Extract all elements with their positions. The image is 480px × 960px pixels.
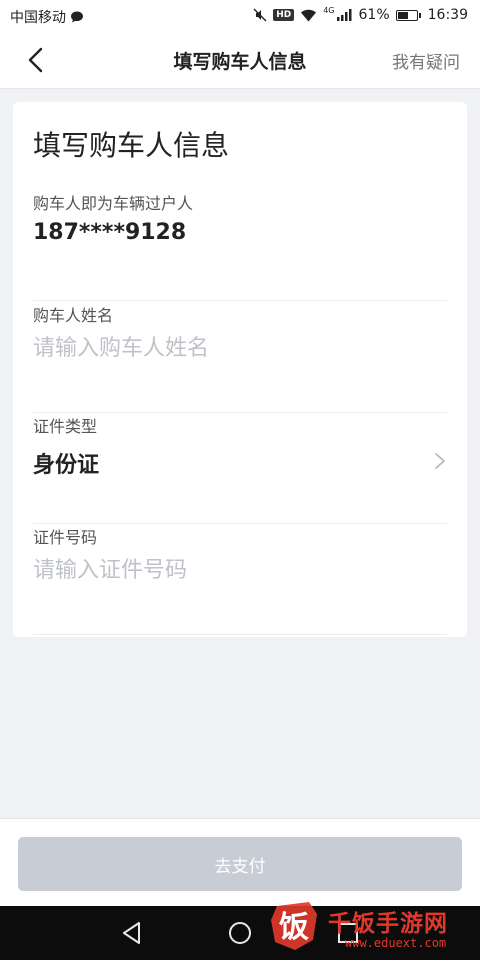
nav-back-icon[interactable] bbox=[119, 920, 145, 946]
pay-button[interactable]: 去支付 bbox=[18, 837, 462, 891]
watermark-logo: 饭 bbox=[271, 902, 317, 950]
field-buyer-name: 购车人姓名 bbox=[33, 302, 447, 413]
id-type-value: 身份证 bbox=[33, 453, 100, 478]
field-label: 购车人即为车辆过户人 bbox=[33, 194, 194, 213]
buyer-info-card: 填写购车人信息 购车人即为车辆过户人 187****9128 购车人姓名 证件类… bbox=[13, 102, 467, 637]
battery-icon bbox=[395, 9, 421, 21]
carrier-name: 中国移动 bbox=[10, 10, 66, 26]
buyer-name-input[interactable] bbox=[33, 330, 413, 366]
field-id-number: 证件号码 bbox=[33, 524, 447, 635]
status-right: HD 4G 61% 16:39 bbox=[253, 5, 468, 23]
clock: 16:39 bbox=[427, 7, 468, 23]
nav-bar: 填写购车人信息 我有疑问 bbox=[0, 32, 480, 89]
status-bar: 中国移动 HD 4G 61% 16:39 bbox=[0, 0, 480, 32]
field-buyer-phone: 购车人即为车辆过户人 187****9128 bbox=[33, 190, 447, 301]
battery-fill bbox=[397, 11, 408, 19]
field-label: 购车人姓名 bbox=[33, 306, 114, 325]
watermark-url: www.eduext.com bbox=[345, 936, 447, 950]
field-label: 证件类型 bbox=[33, 417, 98, 436]
wifi-icon bbox=[301, 9, 317, 21]
field-id-type[interactable]: 证件类型 身份证 bbox=[33, 413, 447, 524]
bottom-action-bar: 去支付 bbox=[0, 818, 480, 907]
nav-home-icon[interactable] bbox=[227, 920, 253, 946]
watermark-logo-char: 饭 bbox=[279, 910, 309, 945]
message-icon bbox=[71, 11, 83, 23]
phone-value: 187****9128 bbox=[33, 220, 187, 245]
field-label: 证件号码 bbox=[33, 528, 98, 547]
mute-icon bbox=[253, 8, 267, 22]
chevron-right-icon bbox=[435, 453, 445, 469]
signal-icon bbox=[336, 9, 352, 21]
form-title: 填写购车人信息 bbox=[33, 129, 230, 162]
id-number-input[interactable] bbox=[33, 552, 413, 588]
status-left: 中国移动 bbox=[10, 7, 84, 27]
watermark-text: 千饭手游网 bbox=[328, 911, 448, 937]
hd-badge: HD bbox=[273, 9, 295, 21]
network-type: 4G bbox=[323, 5, 335, 15]
help-link[interactable]: 我有疑问 bbox=[392, 48, 460, 73]
battery-percent: 61% bbox=[358, 7, 390, 23]
